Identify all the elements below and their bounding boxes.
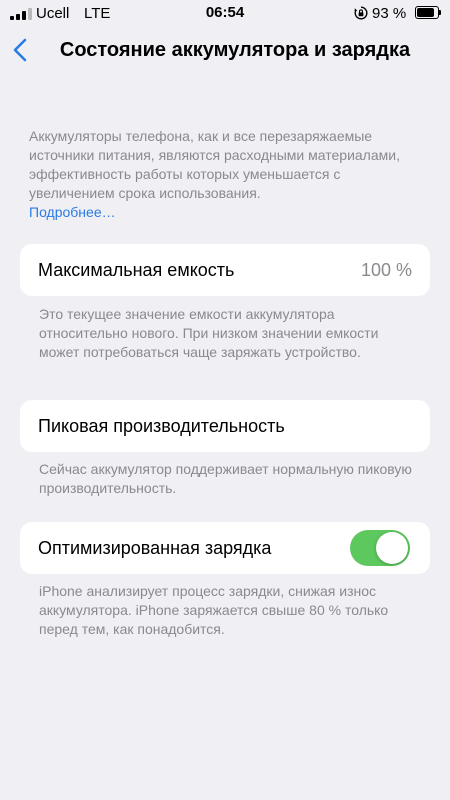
maximum-capacity-row: Максимальная емкость 100 % xyxy=(20,244,430,296)
peak-performance-footnote: Сейчас аккумулятор поддерживает нормальн… xyxy=(39,461,412,496)
battery-level-fill xyxy=(417,8,434,17)
learn-more-link[interactable]: Подробнее… xyxy=(29,203,419,222)
status-bar: Ucell LTE 06:54 93 % xyxy=(0,0,450,28)
optimized-charging-row: Оптимизированная зарядка xyxy=(20,522,430,574)
chevron-left-icon xyxy=(13,38,27,62)
optimized-charging-toggle[interactable] xyxy=(350,530,410,566)
optimized-charging-footnote: iPhone анализирует процесс зарядки, сниж… xyxy=(39,583,389,637)
maximum-capacity-value: 100 % xyxy=(360,260,412,280)
toggle-knob[interactable] xyxy=(376,532,408,564)
battery-icon xyxy=(415,6,441,19)
back-button[interactable] xyxy=(8,34,36,66)
maximum-capacity-footnote: Это текущее значение емкости аккумулятор… xyxy=(39,306,379,360)
page-title: Состояние аккумулятора и зарядка xyxy=(59,39,411,61)
intro-section: Аккумуляторы телефона, как и все перезар… xyxy=(29,127,419,222)
intro-text: Аккумуляторы телефона, как и все перезар… xyxy=(29,128,400,201)
battery-percentage: 93 % xyxy=(372,5,407,22)
maximum-capacity-label: Максимальная емкость xyxy=(38,260,235,280)
peak-performance-label: Пиковая производительность xyxy=(38,416,285,436)
optimized-charging-label: Оптимизированная зарядка xyxy=(38,538,272,558)
orientation-lock-icon xyxy=(354,6,368,20)
battery-terminal xyxy=(439,10,441,15)
peak-performance-row: Пиковая производительность xyxy=(20,400,430,452)
